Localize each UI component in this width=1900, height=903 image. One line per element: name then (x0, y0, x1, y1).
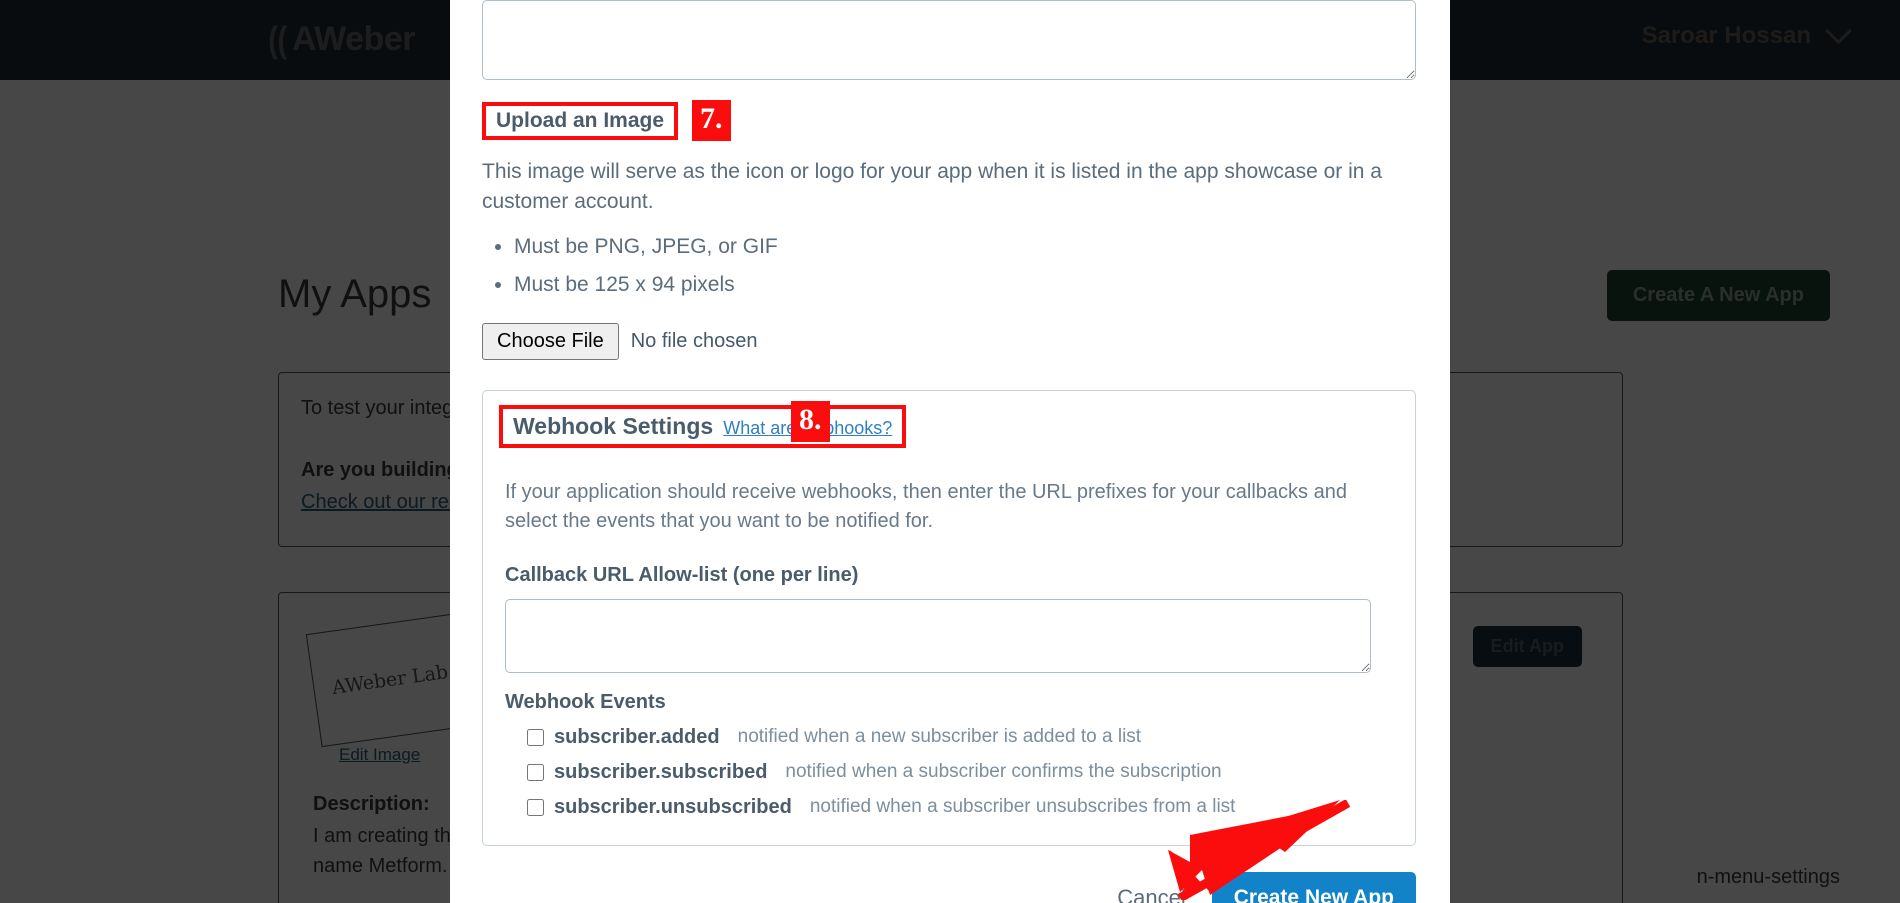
app-description-textarea[interactable] (482, 0, 1416, 80)
checkbox-subscriber-subscribed[interactable] (527, 763, 544, 781)
webhook-event-subscriber-added[interactable]: subscriber.added notified when a new sub… (527, 726, 1393, 749)
webhook-event-subscriber-subscribed[interactable]: subscriber.subscribed notified when a su… (527, 761, 1393, 784)
event-description: notified when a subscriber unsubscribes … (809, 796, 1236, 818)
no-file-chosen-label: No file chosen (630, 329, 758, 352)
create-app-modal: Upload an Image 7. This image will serve… (450, 0, 1450, 903)
event-description: notified when a new subscriber is added … (737, 726, 1142, 748)
webhook-settings-panel: Webhook Settings What are webhooks? 8. I… (482, 389, 1416, 846)
checkbox-subscriber-added[interactable] (527, 728, 544, 746)
callback-url-textarea[interactable] (505, 598, 1371, 673)
image-requirements-list: Must be PNG, JPEG, or GIF Must be 125 x … (482, 232, 1418, 301)
annotation-badge-7: 7. (692, 100, 731, 141)
cancel-button[interactable]: Cancel (1111, 884, 1191, 903)
upload-image-row: Upload an Image 7. (482, 100, 1418, 141)
upload-an-image-link[interactable]: Upload an Image (496, 109, 664, 132)
webhook-settings-highlight: Webhook Settings What are webhooks? (499, 404, 907, 448)
modal-body: Upload an Image 7. This image will serve… (482, 0, 1418, 903)
event-name: subscriber.added (554, 725, 720, 748)
checkbox-subscriber-unsubscribed[interactable] (527, 798, 544, 816)
choose-file-button[interactable]: Choose File (482, 322, 619, 360)
webhook-events-label: Webhook Events (505, 690, 666, 713)
webhook-settings-title: Webhook Settings (513, 412, 714, 439)
annotation-badge-8: 8. (791, 400, 830, 442)
screenshot-root: (( AWeber Saroar Hossan My Apps Create A… (0, 0, 1900, 903)
event-name: subscriber.unsubscribed (554, 795, 792, 818)
event-description: notified when a subscriber confirms the … (785, 761, 1222, 783)
upload-help-text: This image will serve as the icon or log… (482, 160, 1382, 214)
event-name: subscriber.subscribed (554, 760, 768, 783)
file-input-row[interactable]: Choose File No file chosen (482, 322, 1418, 360)
webhook-description: If your application should receive webho… (505, 480, 1347, 532)
requirement-item: Must be PNG, JPEG, or GIF (514, 232, 1418, 262)
requirement-item: Must be 125 x 94 pixels (514, 270, 1418, 300)
create-new-app-button[interactable]: Create New App (1211, 871, 1416, 903)
modal-footer: Cancel Create New App (482, 871, 1416, 903)
webhook-event-subscriber-unsubscribed[interactable]: subscriber.unsubscribed notified when a … (527, 796, 1393, 819)
upload-image-highlight: Upload an Image (482, 101, 679, 140)
callback-url-label: Callback URL Allow-list (one per line) (505, 563, 859, 586)
